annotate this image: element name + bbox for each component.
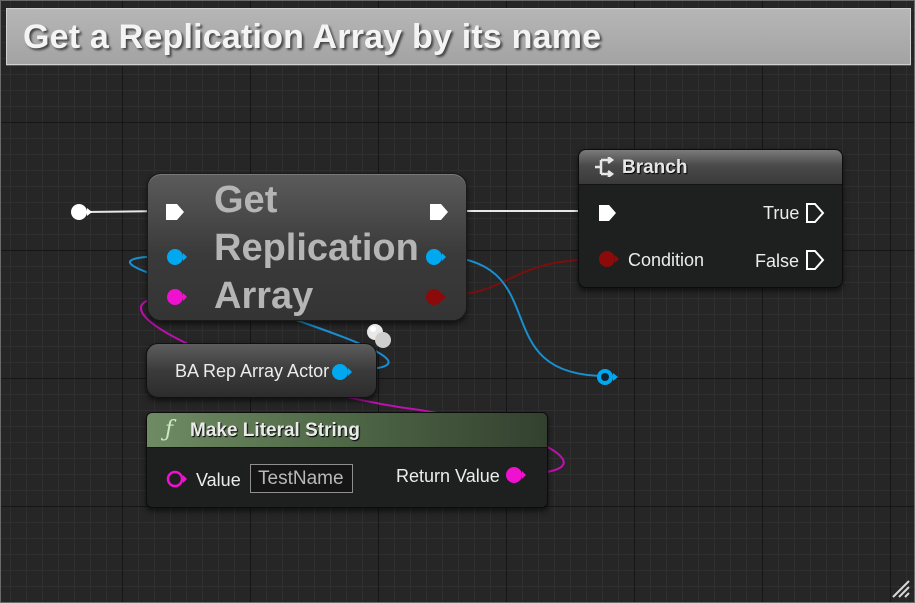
- make-literal-string-title: Make Literal String: [190, 420, 360, 441]
- exec-reroute-knot[interactable]: [71, 204, 92, 220]
- bool-out-pin[interactable]: [426, 289, 446, 305]
- function-icon: ƒ: [165, 417, 174, 442]
- value-input[interactable]: [250, 464, 353, 493]
- object-out-pin[interactable]: [426, 249, 446, 265]
- branch-true-label: True: [763, 203, 800, 223]
- object-reroute-knot[interactable]: [597, 369, 618, 385]
- branch-icon: [595, 157, 615, 177]
- branch-title: Branch: [622, 157, 688, 178]
- ba-rep-array-actor-node[interactable]: BA Rep Array Actor: [146, 343, 377, 398]
- branch-exec-in-pin[interactable]: [597, 204, 621, 222]
- value-in-pin[interactable]: [165, 469, 191, 489]
- exec-in-pin[interactable]: [166, 204, 184, 220]
- branch-header: Branch: [579, 150, 842, 185]
- return-value-pin[interactable]: [504, 465, 530, 485]
- exec-out-pin[interactable]: [430, 204, 448, 220]
- get-replication-array-node[interactable]: Get Replication Array: [147, 173, 467, 321]
- branch-false-label: False: [755, 251, 800, 271]
- get-node-pins: [166, 204, 448, 305]
- branch-true-pin[interactable]: [805, 202, 827, 224]
- object-in-pin[interactable]: [167, 249, 187, 265]
- branch-false-pin[interactable]: [805, 249, 827, 271]
- ba-rep-array-actor-label: BA Rep Array Actor: [175, 361, 330, 381]
- actor-object-out-pin[interactable]: [329, 361, 359, 383]
- make-literal-string-node[interactable]: ƒ Make Literal String Value Return Value: [146, 412, 548, 508]
- value-label: Value: [196, 470, 241, 490]
- make-literal-string-header: ƒ Make Literal String: [147, 413, 547, 448]
- branch-condition-label: Condition: [628, 250, 705, 270]
- resize-grip-icon[interactable]: [889, 577, 911, 599]
- branch-node[interactable]: Branch Condition True False: [578, 149, 843, 288]
- string-in-pin[interactable]: [167, 289, 187, 305]
- return-value-label: Return Value: [396, 466, 500, 486]
- branch-condition-pin[interactable]: [597, 249, 621, 269]
